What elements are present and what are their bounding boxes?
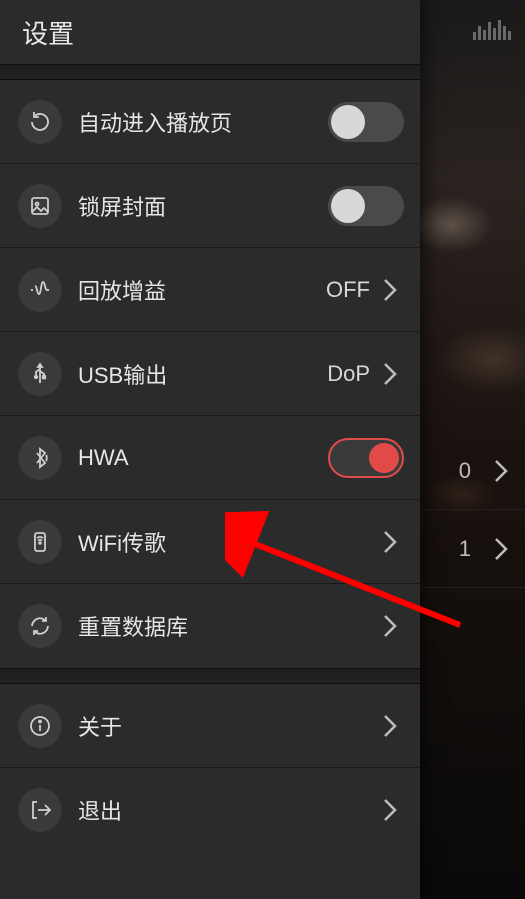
bluetooth-audio-icon — [18, 436, 62, 480]
toggle-lockscreen-cover[interactable] — [328, 186, 404, 226]
info-icon — [18, 704, 62, 748]
settings-list-1: 自动进入播放页 锁屏封面 回放增益 OFF USB输出 DoP — [0, 80, 420, 668]
row-label: USB输出 — [78, 358, 327, 390]
chevron-right-icon — [487, 457, 515, 485]
row-wifi-transfer[interactable]: WiFi传歌 — [0, 500, 420, 584]
page-title: 设置 — [22, 14, 74, 51]
row-label: HWA — [78, 445, 328, 471]
row-value: DoP — [327, 361, 370, 387]
drawer-header: 设置 — [0, 0, 420, 64]
toggle-hwa[interactable] — [328, 438, 404, 478]
section-divider — [0, 64, 420, 80]
usb-icon — [18, 352, 62, 396]
settings-list-2: 关于 退出 — [0, 684, 420, 852]
chevron-right-icon — [376, 276, 404, 304]
background-list-item: 0 — [420, 432, 525, 510]
background-panel: 0 1 — [420, 0, 525, 899]
chevron-right-icon — [376, 360, 404, 388]
row-label: 自动进入播放页 — [78, 106, 328, 138]
settings-drawer: 设置 自动进入播放页 锁屏封面 回放增益 OFF — [0, 0, 420, 899]
equalizer-icon — [473, 18, 511, 40]
row-hwa[interactable]: HWA — [0, 416, 420, 500]
row-usb-output[interactable]: USB输出 DoP — [0, 332, 420, 416]
background-count: 1 — [459, 536, 471, 562]
row-label: 重置数据库 — [78, 610, 376, 642]
row-replay-gain[interactable]: 回放增益 OFF — [0, 248, 420, 332]
background-count: 0 — [459, 458, 471, 484]
toggle-auto-enter-play[interactable] — [328, 102, 404, 142]
background-list-item: 1 — [420, 510, 525, 588]
sync-icon — [18, 604, 62, 648]
chevron-right-icon — [487, 535, 515, 563]
chevron-right-icon — [376, 712, 404, 740]
row-label: 关于 — [78, 710, 376, 742]
row-rescan-database[interactable]: 重置数据库 — [0, 584, 420, 668]
row-exit[interactable]: 退出 — [0, 768, 420, 852]
row-about[interactable]: 关于 — [0, 684, 420, 768]
section-divider — [0, 668, 420, 684]
sound-wave-icon — [18, 268, 62, 312]
chevron-right-icon — [376, 796, 404, 824]
row-lockscreen-cover[interactable]: 锁屏封面 — [0, 164, 420, 248]
row-value: OFF — [326, 277, 370, 303]
row-auto-enter-play[interactable]: 自动进入播放页 — [0, 80, 420, 164]
exit-icon — [18, 788, 62, 832]
row-label: WiFi传歌 — [78, 526, 376, 558]
phone-wifi-icon — [18, 520, 62, 564]
row-label: 回放增益 — [78, 274, 326, 306]
row-label: 退出 — [78, 794, 376, 826]
refresh-icon — [18, 100, 62, 144]
row-label: 锁屏封面 — [78, 190, 328, 222]
chevron-right-icon — [376, 612, 404, 640]
image-icon — [18, 184, 62, 228]
chevron-right-icon — [376, 528, 404, 556]
